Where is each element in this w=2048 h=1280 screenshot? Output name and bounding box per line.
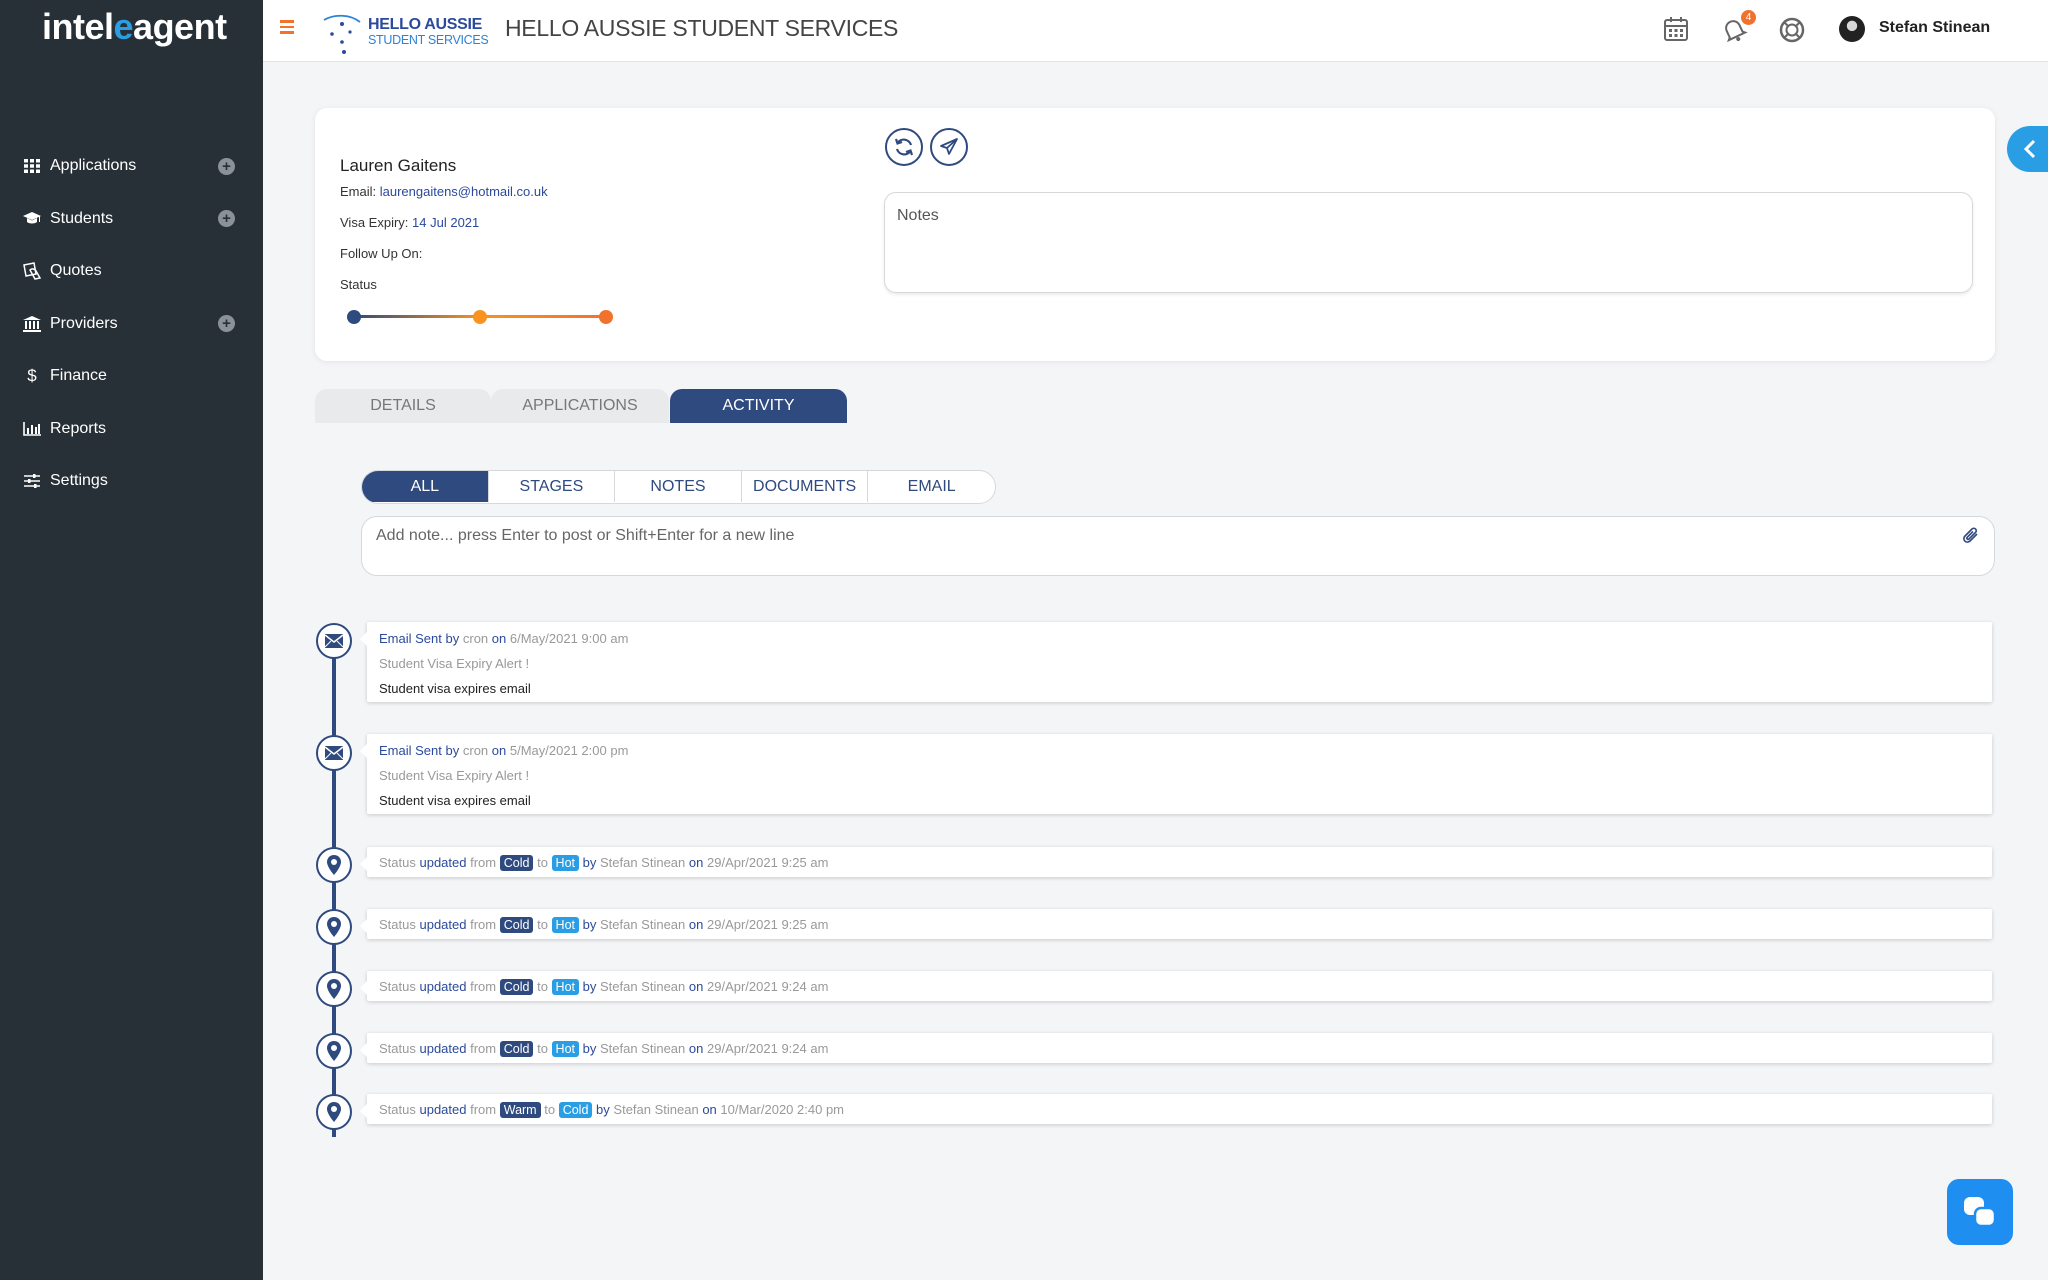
attach-paperclip-icon[interactable]: [1962, 527, 1980, 550]
user-avatar[interactable]: [1839, 16, 1865, 42]
intelliagent-logo[interactable]: inteleagent: [42, 6, 227, 48]
calendar-icon[interactable]: [1663, 16, 1691, 44]
institution-icon: [22, 314, 42, 334]
hamburger-menu-icon[interactable]: [280, 20, 294, 34]
southern-cross-icon: [323, 14, 361, 54]
notes-textarea[interactable]: Notes: [884, 192, 1973, 293]
sidebar: inteleagent Applications + Students + Qu…: [0, 0, 263, 1280]
sidebar-item-reports[interactable]: Reports: [0, 403, 263, 456]
status-from-badge: Cold: [499, 1041, 534, 1057]
status-to-badge: Cold: [558, 1102, 593, 1118]
timeline-status-entry[interactable]: Status updated from Cold to Hot by Stefa…: [360, 909, 1992, 939]
status-from-badge: Cold: [499, 979, 534, 995]
filter-stages[interactable]: STAGES: [489, 471, 616, 502]
collapse-panel-button[interactable]: [2007, 126, 2048, 172]
activity-filter-group: ALL STAGES NOTES DOCUMENTS EMAIL: [361, 470, 996, 504]
email-envelope-icon: [316, 623, 352, 659]
sidebar-item-providers[interactable]: Providers +: [0, 298, 263, 351]
dollar-icon: $: [27, 366, 37, 386]
sidebar-nav: Applications + Students + Quotes Provide…: [0, 140, 263, 508]
sidebar-item-label: Reports: [50, 419, 107, 437]
status-to-badge: Hot: [551, 979, 579, 995]
user-name[interactable]: Stefan Stinean: [1879, 19, 1990, 37]
status-stop-hot[interactable]: [599, 310, 613, 324]
sidebar-item-applications[interactable]: Applications +: [0, 140, 263, 193]
company-logo: HELLO AUSSIE STUDENT SERVICES: [320, 12, 489, 56]
sidebar-item-label: Providers: [50, 314, 118, 332]
tab-activity[interactable]: ACTIVITY: [670, 389, 847, 423]
status-stop-warm[interactable]: [473, 310, 487, 324]
status-stop-cold[interactable]: [347, 310, 361, 324]
sidebar-item-students[interactable]: Students +: [0, 193, 263, 246]
timeline-email-entry[interactable]: Email Sent by cron on 6/May/2021 9:00 am…: [360, 622, 1992, 702]
sidebar-item-finance[interactable]: $ Finance: [0, 350, 263, 403]
map-pin-icon: [316, 909, 352, 945]
chat-bubbles-icon: [1964, 1197, 1997, 1228]
sidebar-item-settings[interactable]: Settings: [0, 455, 263, 508]
timeline-status-entry[interactable]: Status updated from Cold to Hot by Stefa…: [360, 971, 1992, 1001]
map-pin-icon: [316, 971, 352, 1007]
tab-applications[interactable]: APPLICATIONS: [491, 389, 669, 423]
sidebar-item-label: Students: [50, 209, 114, 227]
filter-documents[interactable]: DOCUMENTS: [742, 471, 869, 502]
status-from-badge: Cold: [499, 917, 534, 933]
map-pin-icon: [316, 1094, 352, 1130]
refresh-icon: [894, 138, 914, 156]
email-subject: Student Visa Expiry Alert !: [379, 656, 530, 671]
timeline-status-entry[interactable]: Status updated from Cold to Hot by Stefa…: [360, 1033, 1992, 1063]
filter-all[interactable]: ALL: [362, 471, 489, 502]
timeline-status-entry[interactable]: Status updated from Warm to Cold by Stef…: [360, 1094, 1992, 1124]
add-student-icon[interactable]: +: [218, 210, 235, 228]
top-bar: HELLO AUSSIE STUDENT SERVICES HELLO AUSS…: [263, 0, 2048, 62]
filter-email[interactable]: EMAIL: [868, 471, 995, 502]
notification-count-badge: 4: [1741, 10, 1756, 25]
timeline-email-entry[interactable]: Email Sent by cron on 5/May/2021 2:00 pm…: [360, 734, 1992, 814]
quotes-icon: [22, 261, 42, 281]
status-to-badge: Hot: [551, 1041, 579, 1057]
email-body: Student visa expires email: [379, 681, 531, 696]
tab-details[interactable]: DETAILS: [315, 389, 491, 423]
sync-button[interactable]: [885, 128, 923, 166]
student-profile-card: Lauren Gaitens Email: laurengaitens@hotm…: [315, 108, 1995, 361]
timeline-status-entry[interactable]: Status updated from Cold to Hot by Stefa…: [360, 847, 1992, 877]
send-message-button[interactable]: [930, 128, 968, 166]
status-from-badge: Cold: [499, 855, 534, 871]
sliders-icon: [22, 471, 42, 491]
add-provider-icon[interactable]: +: [218, 315, 235, 333]
page-title: HELLO AUSSIE STUDENT SERVICES: [505, 15, 899, 41]
sidebar-item-label: Finance: [50, 367, 107, 385]
filter-notes[interactable]: NOTES: [615, 471, 742, 502]
status-label: Status: [340, 277, 377, 292]
student-name: Lauren Gaitens: [340, 156, 457, 175]
status-from-badge: Warm: [499, 1102, 541, 1118]
status-slider[interactable]: [347, 310, 613, 324]
status-to-badge: Hot: [551, 917, 579, 933]
student-email-row: Email: laurengaitens@hotmail.co.uk: [340, 184, 548, 199]
student-email-link[interactable]: laurengaitens@hotmail.co.uk: [380, 184, 548, 199]
visa-expiry-row: Visa Expiry: 14 Jul 2021: [340, 215, 480, 230]
email-envelope-icon: [316, 735, 352, 771]
bar-chart-icon: [22, 419, 42, 439]
email-subject: Student Visa Expiry Alert !: [379, 768, 530, 783]
help-lifebuoy-icon[interactable]: [1778, 16, 1806, 44]
follow-up-label: Follow Up On:: [340, 246, 423, 261]
graduation-cap-icon: [22, 209, 42, 229]
add-application-icon[interactable]: +: [218, 157, 235, 175]
email-body: Student visa expires email: [379, 793, 531, 808]
add-note-input[interactable]: Add note... press Enter to post or Shift…: [361, 516, 1995, 576]
chat-support-button[interactable]: [1947, 1179, 2013, 1245]
visa-expiry-value: 14 Jul 2021: [412, 215, 480, 230]
sidebar-item-label: Settings: [50, 472, 108, 490]
status-to-badge: Hot: [551, 855, 579, 871]
map-pin-icon: [316, 847, 352, 883]
sidebar-item-label: Quotes: [50, 262, 102, 280]
chevron-left-icon: [2023, 139, 2036, 159]
map-pin-icon: [316, 1033, 352, 1069]
grid-icon: [22, 156, 42, 176]
sidebar-item-label: Applications: [50, 157, 137, 175]
paper-plane-icon: [940, 138, 958, 155]
sidebar-item-quotes[interactable]: Quotes: [0, 245, 263, 298]
